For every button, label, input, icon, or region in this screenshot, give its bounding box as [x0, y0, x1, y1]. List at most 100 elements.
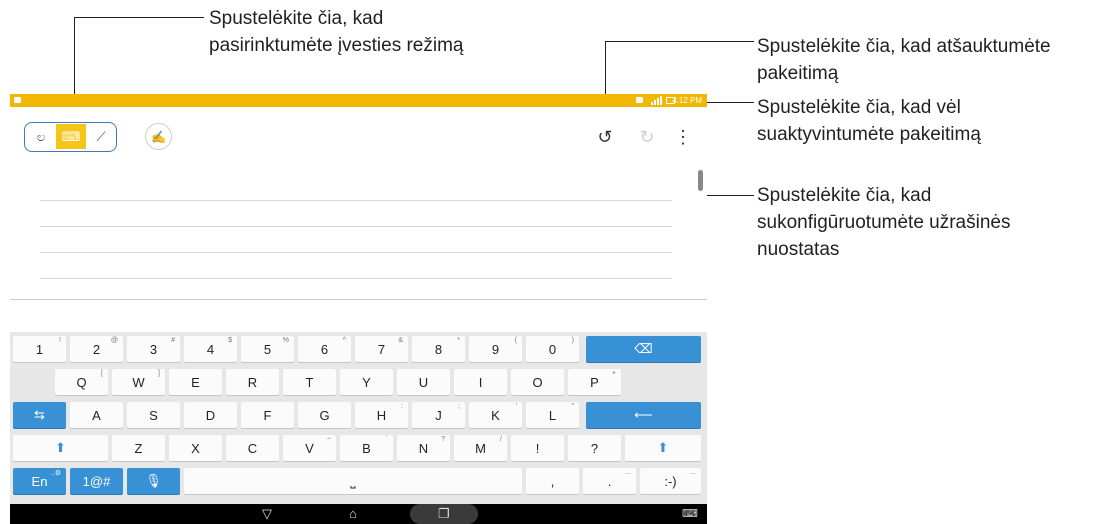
key[interactable]: 3 # — [127, 336, 180, 362]
key-label: Y — [362, 374, 371, 390]
key[interactable]: ? — [568, 435, 621, 461]
redo-button[interactable]: ↻ — [637, 127, 657, 147]
sim-icon — [636, 97, 643, 103]
key-sublabel: * — [457, 337, 460, 344]
back-icon[interactable]: ▽ — [262, 506, 272, 522]
key-label: H — [376, 407, 387, 423]
period-key[interactable]: .... — [583, 468, 636, 494]
key[interactable]: 8 * — [412, 336, 465, 362]
key[interactable]: W] — [112, 369, 165, 395]
shift-key-left[interactable]: ⬆ — [13, 435, 108, 461]
key[interactable]: R — [226, 369, 279, 395]
key[interactable]: H: — [355, 402, 408, 428]
key[interactable]: 9( — [469, 336, 522, 362]
leader-line — [74, 17, 204, 18]
key-label: G — [319, 407, 330, 423]
drawing-mode-button[interactable]: ⟋ — [86, 124, 116, 149]
note-line — [40, 278, 672, 279]
key-sublabel: @ — [110, 337, 118, 344]
key[interactable]: X — [169, 435, 222, 461]
home-icon[interactable]: ⌂ — [349, 506, 357, 522]
key-sublabel: ... — [690, 469, 696, 476]
key-sublabel: + — [611, 370, 616, 377]
key-sublabel: " — [571, 403, 575, 410]
shift-icon: ⬆ — [657, 440, 669, 455]
key[interactable]: Z — [112, 435, 165, 461]
key[interactable]: 6 ^ — [298, 336, 351, 362]
key[interactable]: 5% — [241, 336, 294, 362]
pen-settings-button[interactable]: ✍ — [145, 123, 172, 150]
key-label: 3 — [149, 341, 158, 357]
key-label: O — [532, 374, 543, 390]
key-label: 0 — [548, 341, 557, 357]
key-label: R — [247, 374, 258, 390]
handwriting-mode-button[interactable]: ಲ — [26, 124, 56, 149]
key[interactable]: 0) — [526, 336, 579, 362]
tab-key[interactable]: ⇆ — [13, 402, 66, 428]
key[interactable]: ! — [511, 435, 564, 461]
key[interactable]: V ~ — [283, 435, 336, 461]
key-label: T — [305, 374, 314, 390]
key[interactable]: U — [397, 369, 450, 395]
key-label: 8 — [434, 341, 443, 357]
comma-key[interactable]: , — [526, 468, 579, 494]
symbols-key[interactable]: 1@# — [70, 468, 123, 494]
key[interactable]: G — [298, 402, 351, 428]
microphone-icon: 🎙 — [145, 473, 162, 488]
key[interactable]: I — [454, 369, 507, 395]
key[interactable]: M / — [454, 435, 507, 461]
keyboard-mode-button[interactable]: ⌨ — [56, 124, 86, 149]
pen-icon: ✍ — [151, 129, 166, 144]
key-label: E — [191, 374, 200, 390]
recent-apps-icon[interactable]: ❐ — [438, 506, 450, 522]
keyboard-switch-icon[interactable]: ⌨ — [682, 506, 698, 522]
key[interactable]: N? — [397, 435, 450, 461]
callout-redo: Spustelėkite čia, kad vėl suaktyvintumėt… — [757, 94, 981, 148]
scrollbar-thumb[interactable] — [698, 170, 703, 191]
key[interactable]: F — [241, 402, 294, 428]
key-label: F — [263, 407, 272, 423]
key[interactable]: D — [184, 402, 237, 428]
space-key[interactable]: ⎵ — [184, 468, 522, 494]
key[interactable]: Q[ — [55, 369, 108, 395]
key-label: P — [590, 374, 599, 390]
callout-input-mode: Spustelėkite čia, kad pasirinktumėte įve… — [209, 5, 463, 59]
key-label: , — [550, 473, 555, 489]
key[interactable]: L " — [526, 402, 579, 428]
key[interactable]: O — [511, 369, 564, 395]
voice-input-key[interactable]: 🎙 — [127, 468, 180, 494]
note-line — [40, 200, 672, 201]
enter-icon: ⟵ — [634, 407, 653, 422]
key[interactable]: P + — [568, 369, 621, 395]
key[interactable]: T — [283, 369, 336, 395]
key[interactable]: E — [169, 369, 222, 395]
key-label: 1 — [35, 341, 44, 357]
key[interactable]: 4 $ — [184, 336, 237, 362]
callout-text: pasirinktumėte įvesties režimą — [209, 35, 464, 56]
smiley-key[interactable]: :-)... — [640, 468, 701, 494]
key[interactable]: A — [70, 402, 123, 428]
tablet-screen: 4:12 PM ಲ ⌨ ⟋ ✍ ↺ ↻ ⋮ 1 ! 2 @ 3 # 4 $ 5 … — [10, 94, 707, 524]
key[interactable]: J; — [412, 402, 465, 428]
key[interactable]: 1! — [13, 336, 66, 362]
shift-key-right[interactable]: ⬆ — [625, 435, 701, 461]
key[interactable]: C — [226, 435, 279, 461]
key-label: A — [92, 407, 101, 423]
enter-key[interactable]: ⟵ — [586, 402, 701, 428]
callout-text: Spustelėkite čia, kad atšauktumėte — [757, 36, 1051, 57]
key[interactable]: 2 @ — [70, 336, 123, 362]
key-label: ? — [590, 440, 599, 456]
key[interactable]: K ' — [469, 402, 522, 428]
key[interactable]: Y — [340, 369, 393, 395]
callout-text: sukonfigūruotumėte užrašinės — [757, 212, 1011, 233]
language-key[interactable]: En ..⚙ — [13, 468, 66, 494]
undo-button[interactable]: ↺ — [595, 127, 615, 147]
backspace-key[interactable]: ⌫ — [586, 336, 701, 362]
key[interactable]: B ` — [340, 435, 393, 461]
key-label: L — [548, 407, 557, 423]
more-options-button[interactable]: ⋮ — [673, 127, 693, 147]
key[interactable]: S — [127, 402, 180, 428]
note-line — [40, 226, 672, 227]
key[interactable]: 7 & — [355, 336, 408, 362]
key-sublabel: ] — [158, 370, 160, 377]
